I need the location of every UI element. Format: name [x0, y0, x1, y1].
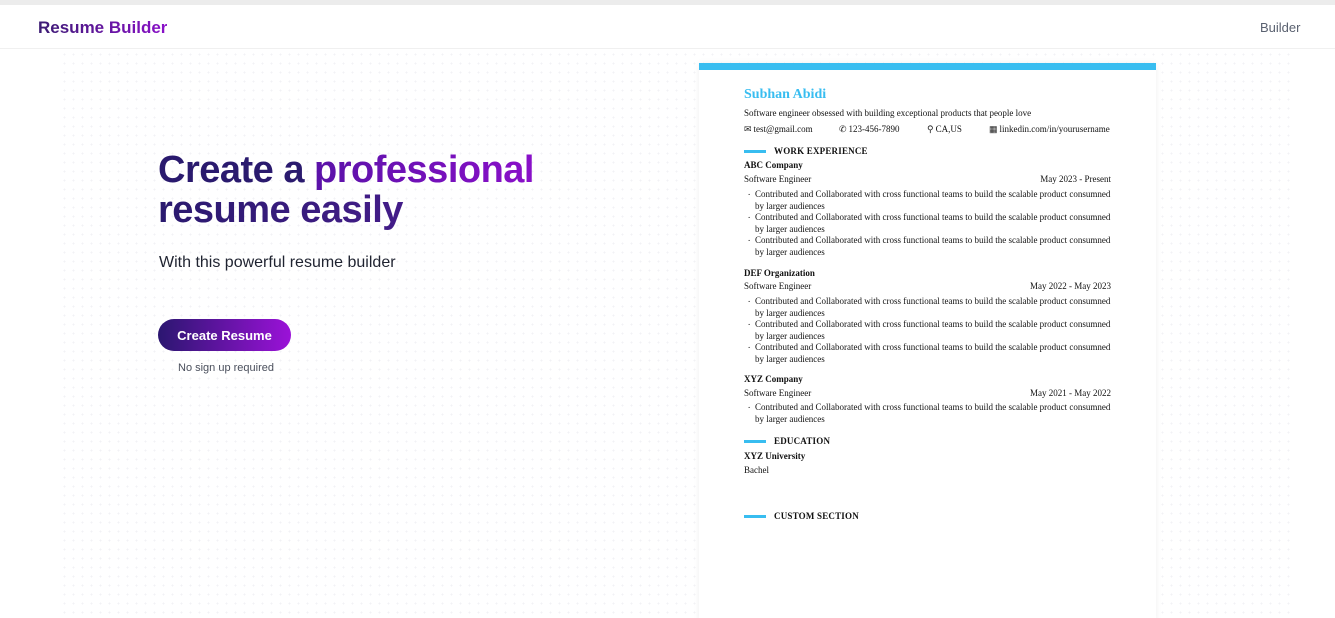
job-bullet: Contributed and Collaborated with cross …: [744, 187, 1114, 212]
job-bullets: Contributed and Collaborated with cross …: [744, 294, 1114, 365]
job-bullet: Contributed and Collaborated with cross …: [744, 400, 1114, 425]
job-bullets: Contributed and Collaborated with cross …: [744, 400, 1114, 425]
resume-name: Subhan Abidi: [744, 87, 827, 102]
contact-email-text: test@gmail.com: [753, 124, 813, 134]
section-accent-bar: [744, 150, 766, 154]
hero-title-part2: resume easily: [158, 190, 618, 230]
job-role: Software Engineer: [744, 388, 812, 398]
education-degree: Bachel: [744, 465, 769, 475]
job-dates: May 2023 - Present: [1040, 174, 1111, 184]
navbar: Resume Builder Builder: [0, 5, 1335, 49]
job-company: ABC Company: [744, 160, 803, 170]
hero-subtitle: With this powerful resume builder: [159, 254, 396, 271]
contact-phone: ✆ 123-456-7890: [839, 124, 900, 135]
job-role: Software Engineer: [744, 174, 812, 184]
job-role: Software Engineer: [744, 281, 812, 291]
section-title: WORK EXPERIENCE: [774, 146, 868, 156]
brand-logo[interactable]: Resume Builder: [38, 18, 167, 38]
section-education: EDUCATION: [744, 436, 830, 448]
job-dates: May 2022 - May 2023: [1030, 281, 1111, 291]
contact-location: ⚲ CA,US: [927, 124, 962, 135]
section-title: EDUCATION: [774, 436, 831, 446]
job-bullet: Contributed and Collaborated with cross …: [744, 340, 1114, 365]
section-custom: CUSTOM SECTION: [744, 511, 859, 523]
education-school: XYZ University: [744, 451, 806, 461]
section-work-experience: WORK EXPERIENCE: [744, 146, 868, 158]
contact-linkedin-text: linkedin.com/in/yourusername: [999, 124, 1110, 134]
job-bullet: Contributed and Collaborated with cross …: [744, 317, 1114, 342]
resume-summary: Software engineer obsessed with building…: [744, 108, 1032, 118]
job-company: XYZ Company: [744, 374, 803, 384]
job-bullets: Contributed and Collaborated with cross …: [744, 187, 1114, 258]
job-dates: May 2021 - May 2022: [1030, 388, 1111, 398]
linkedin-icon: ▦: [989, 124, 998, 134]
phone-icon: ✆: [839, 124, 847, 134]
mail-icon: ✉: [744, 124, 752, 134]
resume-contacts: ✉ test@gmail.com ✆ 123-456-7890 ⚲ CA,US ▦ li…: [744, 124, 1114, 136]
job-bullet: Contributed and Collaborated with cross …: [744, 210, 1114, 235]
section-accent-bar: [744, 440, 766, 444]
resume-preview: Subhan Abidi Software engineer obsessed …: [699, 63, 1156, 618]
hero-title-accent: professional: [314, 149, 534, 191]
job-company: DEF Organization: [744, 268, 815, 278]
nav-link-builder[interactable]: Builder: [1260, 20, 1300, 35]
section-accent-bar: [744, 515, 766, 519]
section-title: CUSTOM SECTION: [774, 511, 859, 521]
location-pin-icon: ⚲: [927, 124, 934, 134]
hero-title-part1: Create a: [158, 149, 315, 191]
hero-title: Create a professional resume easily: [158, 150, 618, 230]
contact-email: ✉ test@gmail.com: [744, 124, 813, 135]
contact-phone-text: 123-456-7890: [848, 124, 900, 134]
create-resume-button[interactable]: Create Resume: [158, 319, 291, 351]
no-signup-note: No sign up required: [178, 362, 275, 374]
contact-linkedin: ▦ linkedin.com/in/yourusername: [989, 124, 1110, 135]
job-bullet: Contributed and Collaborated with cross …: [744, 294, 1114, 319]
contact-location-text: CA,US: [935, 124, 962, 134]
job-bullet: Contributed and Collaborated with cross …: [744, 233, 1114, 258]
